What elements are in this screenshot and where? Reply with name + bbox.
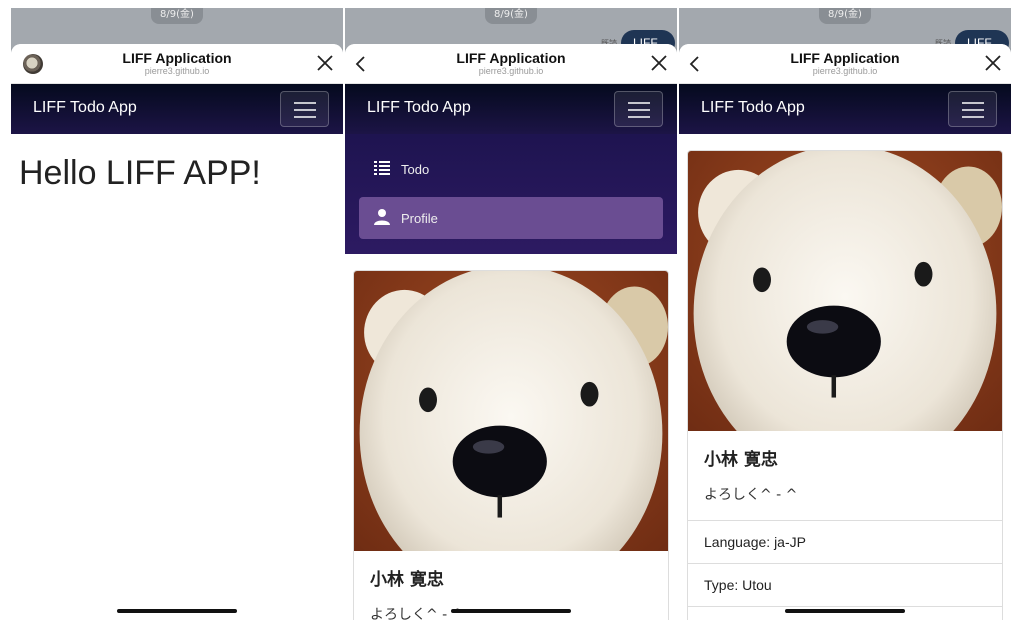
liff-title: LIFF Application <box>456 50 566 66</box>
app-brand[interactable]: LIFF Todo App <box>33 99 137 117</box>
profile-type: Type: Utou <box>688 563 1002 606</box>
home-indicator <box>785 609 905 613</box>
liff-sheet: LIFF Application pierre3.github.io LIFF … <box>679 44 1011 620</box>
liff-header: LIFF Application pierre3.github.io <box>345 44 677 84</box>
nav-menu: Todo Profile <box>345 134 677 254</box>
liff-header: LIFF Application pierre3.github.io <box>679 44 1011 84</box>
app-navbar: LIFF Todo App <box>679 84 1011 134</box>
phone-screen-menu: 8/9(金) 既読 LIFF LIFF Application pierre3.… <box>345 8 677 620</box>
profile-content: 小林 寛忠 よろしく^ - ^ <box>345 254 677 620</box>
profile-name: 小林 寛忠 <box>370 570 444 590</box>
close-icon[interactable] <box>649 53 669 73</box>
liff-title: LIFF Application <box>790 50 900 66</box>
page-heading: Hello LIFF APP! <box>19 154 261 192</box>
close-icon[interactable] <box>983 53 1003 73</box>
chat-background: 8/9(金) 既読 LIFF <box>679 8 1011 56</box>
profile-bio: よろしく^ - ^ <box>370 607 464 620</box>
profile-picture <box>688 151 1002 431</box>
chat-background: 8/9(金) 既読 LIFF <box>345 8 677 56</box>
chat-background: 8/9(金) <box>11 8 343 48</box>
profile-name: 小林 寛忠 <box>704 450 778 470</box>
phone-screen-home: 8/9(金) LIFF Application pierre3.github.i… <box>11 8 343 620</box>
app-navbar: LIFF Todo App <box>11 84 343 134</box>
app-navbar: LIFF Todo App <box>345 84 677 134</box>
chat-date: 8/9(金) <box>819 8 871 24</box>
menu-toggle-button[interactable] <box>280 91 329 127</box>
home-indicator <box>117 609 237 613</box>
home-indicator <box>451 609 571 613</box>
app-brand[interactable]: LIFF Todo App <box>701 99 805 117</box>
user-icon <box>374 209 390 225</box>
menu-toggle-button[interactable] <box>948 91 997 127</box>
liff-domain: pierre3.github.io <box>812 66 878 76</box>
profile-content: 小林 寛忠 よろしく^ - ^ Language: ja-JP Type: Ut… <box>679 134 1011 620</box>
profile-bio: よろしく^ - ^ <box>704 487 798 503</box>
menu-item-todo[interactable]: Todo <box>359 148 663 190</box>
liff-domain: pierre3.github.io <box>144 66 210 76</box>
liff-sheet: LIFF Application pierre3.github.io LIFF … <box>345 44 677 620</box>
liff-domain: pierre3.github.io <box>478 66 544 76</box>
phone-screen-profile: 8/9(金) 既読 LIFF LIFF Application pierre3.… <box>679 8 1011 620</box>
profile-language: Language: ja-JP <box>688 520 1002 563</box>
liff-header: LIFF Application pierre3.github.io <box>11 44 343 84</box>
menu-item-label: Todo <box>401 162 430 177</box>
close-icon[interactable] <box>315 53 335 73</box>
bear-photo <box>688 151 1002 431</box>
app-brand[interactable]: LIFF Todo App <box>367 99 471 117</box>
liff-title: LIFF Application <box>122 50 232 66</box>
list-icon <box>374 161 390 175</box>
chat-date: 8/9(金) <box>485 8 537 24</box>
menu-item-profile[interactable]: Profile <box>359 197 663 239</box>
menu-toggle-button[interactable] <box>614 91 663 127</box>
chat-date: 8/9(金) <box>151 8 203 24</box>
profile-card: 小林 寛忠 よろしく^ - ^ <box>353 270 669 620</box>
profile-picture <box>354 271 668 551</box>
menu-item-label: Profile <box>401 211 438 226</box>
profile-card: 小林 寛忠 よろしく^ - ^ Language: ja-JP Type: Ut… <box>687 150 1003 620</box>
screenshot-collage: 8/9(金) LIFF Application pierre3.github.i… <box>0 0 1024 631</box>
bear-photo <box>354 271 668 551</box>
liff-sheet: LIFF Application pierre3.github.io LIFF … <box>11 44 343 620</box>
